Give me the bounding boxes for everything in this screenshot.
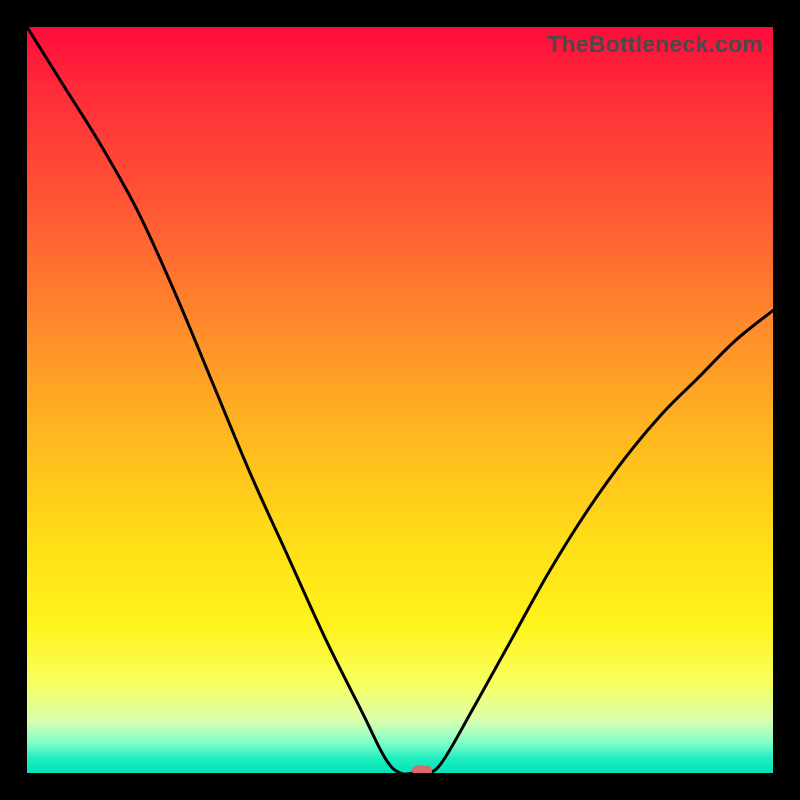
optimum-marker-icon: [412, 766, 432, 774]
bottleneck-curve: [27, 27, 773, 773]
chart-frame: { "watermark": "TheBottleneck.com", "cha…: [0, 0, 800, 800]
plot-area: TheBottleneck.com: [27, 27, 773, 773]
